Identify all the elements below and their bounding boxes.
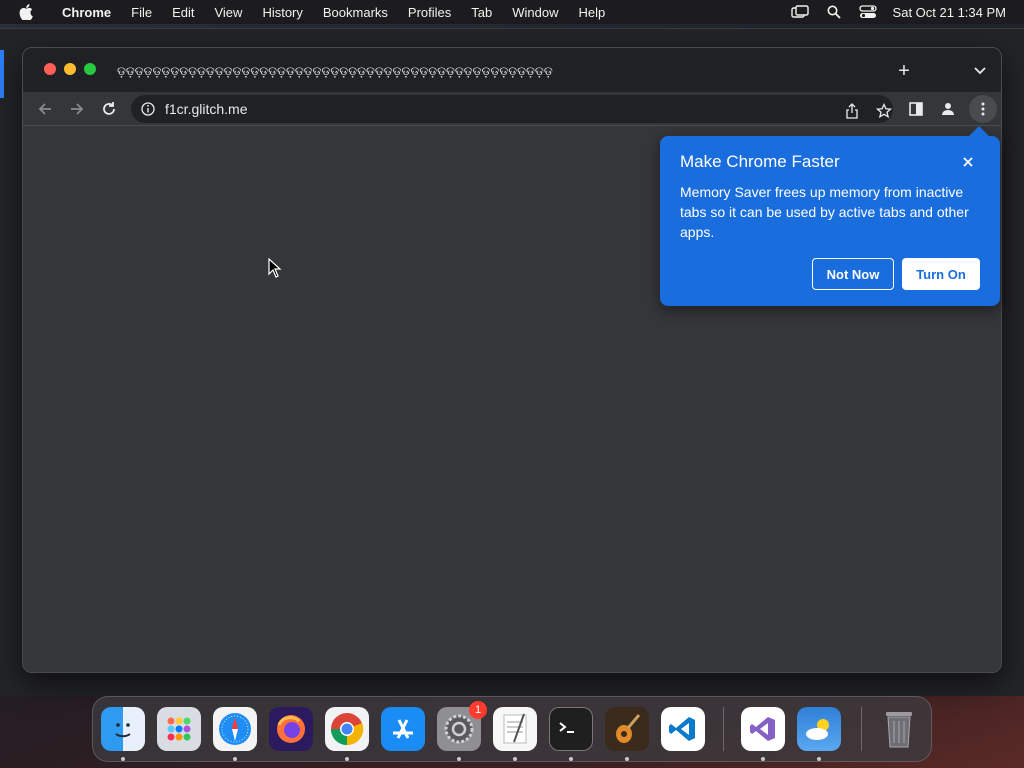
minimize-window-button[interactable] — [64, 63, 76, 75]
menu-history[interactable]: History — [252, 5, 312, 20]
new-tab-button[interactable]: + — [895, 61, 913, 81]
profile-icon[interactable] — [939, 100, 957, 118]
browser-toolbar: f1cr.glitch.me — [23, 92, 1001, 126]
dock-separator-trash — [861, 707, 862, 751]
garageband-icon[interactable] — [605, 707, 649, 751]
safari-icon[interactable] — [213, 707, 257, 751]
share-icon[interactable] — [843, 102, 861, 120]
menu-help[interactable]: Help — [569, 5, 616, 20]
visual-studio-running-indicator — [761, 757, 765, 761]
firefox-icon[interactable] — [269, 707, 313, 751]
terminal-running-indicator — [569, 757, 573, 761]
menu-chrome[interactable]: Chrome — [52, 5, 121, 20]
launchpad-icon[interactable] — [157, 707, 201, 751]
menu-edit[interactable]: Edit — [162, 5, 204, 20]
chrome-icon[interactable] — [325, 707, 369, 751]
weather-icon[interactable] — [797, 707, 841, 751]
app-store-icon[interactable] — [381, 707, 425, 751]
apple-icon[interactable] — [0, 4, 52, 20]
terminal-icon[interactable] — [549, 707, 593, 751]
control-center-icon[interactable] — [851, 5, 885, 19]
bubble-body: Memory Saver frees up memory from inacti… — [680, 184, 969, 240]
menu-window[interactable]: Window — [502, 5, 568, 20]
vscode-icon[interactable] — [661, 707, 705, 751]
dock-separator — [723, 707, 724, 751]
bookmark-star-icon[interactable] — [875, 102, 893, 120]
menu-profiles[interactable]: Profiles — [398, 5, 461, 20]
close-icon[interactable] — [958, 152, 978, 172]
garageband-running-indicator — [625, 757, 629, 761]
visual-studio-icon[interactable] — [741, 707, 785, 751]
tab-search-icon[interactable] — [973, 64, 987, 78]
notification-badge: 1 — [469, 701, 487, 719]
bubble-title: Make Chrome Faster — [680, 152, 840, 171]
zoom-window-button[interactable] — [84, 63, 96, 75]
tab-title[interactable]: ଡ଼ଡ଼ଡ଼ଡ଼ଡ଼ଡ଼ଡ଼ଡ଼ଡ଼ଡ଼ଡ଼ଡ଼ଡ଼ଡ଼ଡ଼ଡ଼ଡ଼ଡ଼ଡ଼ଡ଼… — [117, 64, 853, 82]
url-text[interactable]: f1cr.glitch.me — [165, 101, 247, 117]
menu-view[interactable]: View — [204, 5, 252, 20]
address-bar[interactable]: f1cr.glitch.me — [131, 95, 893, 123]
menu-file[interactable]: File — [121, 5, 162, 20]
settings-running-indicator — [457, 757, 461, 761]
dock: 1 — [92, 696, 932, 762]
menu-bookmarks[interactable]: Bookmarks — [313, 5, 398, 20]
forward-icon[interactable] — [67, 99, 87, 119]
trash-icon[interactable] — [877, 707, 921, 751]
reload-icon[interactable] — [99, 99, 119, 119]
mouse-cursor-icon — [268, 257, 282, 278]
menu-tab[interactable]: Tab — [461, 5, 502, 20]
chrome-menu-icon[interactable] — [969, 95, 997, 123]
memory-saver-bubble: Make Chrome Faster Memory Saver frees up… — [660, 136, 1000, 306]
finder-icon[interactable] — [101, 707, 145, 751]
tab-strip: ଡ଼ଡ଼ଡ଼ଡ଼ଡ଼ଡ଼ଡ଼ଡ଼ଡ଼ଡ଼ଡ଼ଡ଼ଡ଼ଡ଼ଡ଼ଡ଼ଡ଼ଡ଼ଡ଼ଡ଼… — [23, 48, 1001, 92]
safari-running-indicator — [233, 757, 237, 761]
search-icon[interactable] — [817, 5, 851, 19]
menubar-clock[interactable]: Sat Oct 21 1:34 PM — [885, 5, 1006, 20]
close-window-button[interactable] — [44, 63, 56, 75]
textedit-icon[interactable] — [493, 707, 537, 751]
weather-running-indicator — [817, 757, 821, 761]
chrome-running-indicator — [345, 757, 349, 761]
textedit-running-indicator — [513, 757, 517, 761]
screen-mirroring-icon[interactable] — [783, 5, 817, 19]
back-icon[interactable] — [35, 99, 55, 119]
site-info-icon[interactable] — [131, 102, 165, 116]
background-window-accent — [0, 50, 4, 98]
not-now-button[interactable]: Not Now — [812, 258, 894, 290]
side-panel-icon[interactable] — [907, 100, 925, 118]
menu-bar: Chrome File Edit View History Bookmarks … — [0, 0, 1024, 24]
turn-on-button[interactable]: Turn On — [902, 258, 980, 290]
system-settings-icon[interactable]: 1 — [437, 701, 487, 751]
finder-running-indicator — [121, 757, 125, 761]
